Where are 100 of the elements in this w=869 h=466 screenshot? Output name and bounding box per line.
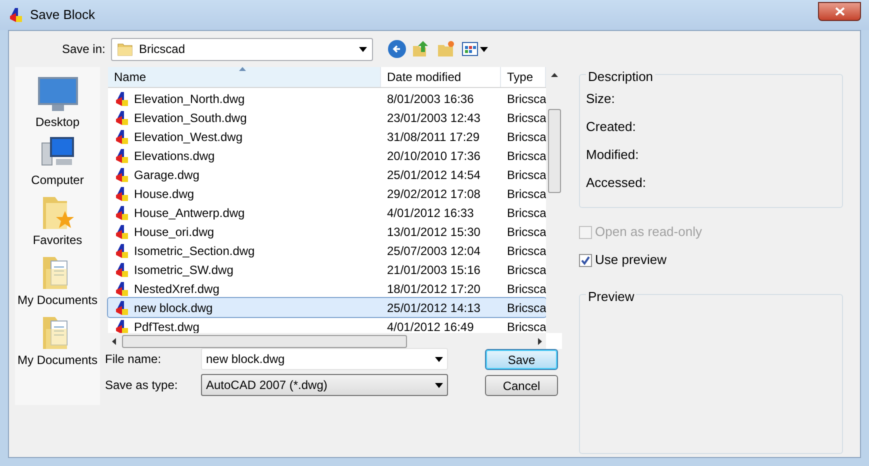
app-logo-icon xyxy=(8,7,24,23)
type-cell-text: Bricsca xyxy=(506,262,546,278)
checkbox-label: Use preview xyxy=(595,251,667,270)
type-cell-text: Bricsca xyxy=(506,224,546,240)
type-cell-text: Bricsca xyxy=(506,90,546,108)
file-row[interactable]: new block.dwg 25/01/2012 14:13 Bricsca xyxy=(108,298,546,317)
dwg-file-icon xyxy=(114,242,130,258)
dwg-file-icon xyxy=(114,204,130,220)
close-icon xyxy=(834,6,844,16)
description-field: Modified: xyxy=(586,145,842,161)
file-row[interactable]: House.dwg 29/02/2012 17:08 Bricsca xyxy=(108,184,546,203)
scroll-up-icon xyxy=(550,73,558,77)
date-cell-text: 25/01/2012 14:54 xyxy=(386,166,482,184)
view-menu-button[interactable] xyxy=(461,39,489,59)
window-title: Save Block xyxy=(30,6,96,24)
file-name-cell-text: Elevation_West.dwg xyxy=(134,128,243,146)
view-menu-caret-icon xyxy=(480,46,488,52)
file-name-cell-text: House_Antwerp.dwg xyxy=(134,204,245,222)
places-item[interactable]: My Documents xyxy=(16,315,100,371)
checkbox-label: Open as read-only xyxy=(595,223,702,242)
date-cell-text: 4/01/2012 16:49 xyxy=(386,318,475,336)
date-cell-text: 23/01/2003 12:43 xyxy=(386,110,482,126)
type-cell-text: Bricsca xyxy=(506,110,546,126)
file-row[interactable]: House_ori.dwg 13/01/2012 15:30 Bricsca xyxy=(108,222,546,241)
view-grid-icon xyxy=(462,42,478,56)
date-cell-text: 13/01/2012 15:30 xyxy=(386,224,482,240)
cancel-button[interactable]: Cancel xyxy=(485,375,558,396)
horizontal-scrollbar[interactable] xyxy=(108,333,546,349)
date-cell-text: 29/02/2012 17:08 xyxy=(386,186,482,202)
file-row[interactable]: Elevation_South.dwg 23/01/2003 12:43 Bricsca xyxy=(108,108,546,127)
date-cell-text: 25/07/2003 12:04 xyxy=(386,242,482,260)
monitor-icon xyxy=(36,75,80,113)
back-button[interactable] xyxy=(388,40,406,58)
scroll-left-icon xyxy=(112,338,116,344)
file-row[interactable]: NestedXref.dwg 18/01/2012 17:20 Bricsca xyxy=(108,279,546,298)
checkbox[interactable] xyxy=(579,254,592,266)
type-cell-text: Bricsca xyxy=(506,242,546,260)
dwg-file-icon xyxy=(114,186,130,202)
column-header[interactable]: Name xyxy=(108,67,381,87)
description-field: Created: xyxy=(586,117,842,133)
back-arrow-icon xyxy=(392,44,402,54)
date-cell-text: 4/01/2012 16:33 xyxy=(386,204,475,222)
folder-icon xyxy=(117,41,133,57)
type-cell-text: Bricsca xyxy=(506,318,546,336)
dwg-file-icon xyxy=(114,280,130,296)
date-cell-text: 21/01/2003 15:16 xyxy=(386,262,482,278)
scroll-thumb[interactable] xyxy=(548,109,561,193)
save-in-dropdown[interactable]: Bricscad xyxy=(111,38,373,60)
file-name-label: File name: xyxy=(105,351,162,368)
save-as-type-dropdown[interactable]: AutoCAD 2007 (*.dwg) xyxy=(201,374,448,396)
folder-up-arrow-icon xyxy=(412,40,430,58)
dropdown-arrow-icon xyxy=(435,382,443,388)
file-name-cell-text: Elevation_South.dwg xyxy=(134,110,247,126)
file-row[interactable]: Elevation_West.dwg 31/08/2011 17:29 Bricsca xyxy=(108,127,546,146)
close-button[interactable] xyxy=(818,2,861,20)
date-cell-text: 8/01/2003 16:36 xyxy=(386,90,475,108)
check-icon xyxy=(581,256,590,264)
dwg-file-icon xyxy=(114,128,130,144)
file-row[interactable]: Garage.dwg 25/01/2012 14:54 Bricsca xyxy=(108,165,546,184)
new-folder-button[interactable] xyxy=(436,39,456,59)
dwg-file-icon xyxy=(114,262,130,278)
date-cell-text: 20/10/2010 17:36 xyxy=(386,148,482,164)
type-cell-text: Bricsca xyxy=(506,128,546,146)
file-row[interactable]: Isometric_SW.dwg 21/01/2003 15:16 Bricsca xyxy=(108,260,546,279)
save-button[interactable]: Save xyxy=(485,349,558,370)
type-cell-text: Bricsca xyxy=(506,186,546,202)
file-name-cell-text: PdfTest.dwg xyxy=(134,318,200,336)
dwg-file-icon xyxy=(114,110,130,126)
dwg-file-icon xyxy=(114,300,130,316)
file-row[interactable]: Elevation_North.dwg 8/01/2003 16:36 Bricsca xyxy=(108,89,546,108)
places-item[interactable]: Favorites xyxy=(16,195,100,251)
file-name-cell-text: Garage.dwg xyxy=(134,166,200,184)
up-folder-button[interactable] xyxy=(411,39,431,59)
file-row[interactable]: House_Antwerp.dwg 4/01/2012 16:33 Bricsca xyxy=(108,203,546,222)
save-in-label: Save in: xyxy=(62,41,106,58)
file-row[interactable]: PdfTest.dwg 4/01/2012 16:49 Bricsca xyxy=(108,317,546,336)
file-name-cell-text: Isometric_Section.dwg xyxy=(134,242,255,260)
date-cell-text: 31/08/2011 17:29 xyxy=(386,128,481,146)
type-cell-text: Bricsca xyxy=(506,300,546,316)
file-name-cell-text: Isometric_SW.dwg xyxy=(134,262,234,278)
file-name-field[interactable]: new block.dwg xyxy=(201,348,448,370)
file-name-cell-text: NestedXref.dwg xyxy=(134,280,220,298)
date-cell-text: 25/01/2012 14:13 xyxy=(386,300,482,316)
file-name-cell-text: House_ori.dwg xyxy=(134,224,214,240)
dropdown-arrow-icon xyxy=(359,46,367,52)
type-cell-text: Bricsca xyxy=(506,166,546,184)
scroll-right-icon xyxy=(538,338,542,344)
type-cell-text: Bricsca xyxy=(506,204,546,222)
places-item[interactable]: Computer xyxy=(16,135,100,191)
save-as-type-label: Save as type: xyxy=(105,377,179,394)
file-row[interactable]: Isometric_Section.dwg 25/07/2003 12:04 Bricsca xyxy=(108,241,546,260)
file-name-cell-text: Elevations.dwg xyxy=(134,148,215,164)
dwg-file-icon xyxy=(114,148,130,164)
sort-ascending-icon xyxy=(239,67,246,71)
places-item[interactable]: My Documents xyxy=(16,255,100,311)
scroll-thumb[interactable] xyxy=(122,334,407,348)
type-cell-text: Bricsca xyxy=(506,148,546,164)
type-cell-text: Bricsca xyxy=(506,280,546,298)
file-row[interactable]: Elevations.dwg 20/10/2010 17:36 Bricsca xyxy=(108,146,546,165)
places-item[interactable]: Desktop xyxy=(16,75,100,131)
